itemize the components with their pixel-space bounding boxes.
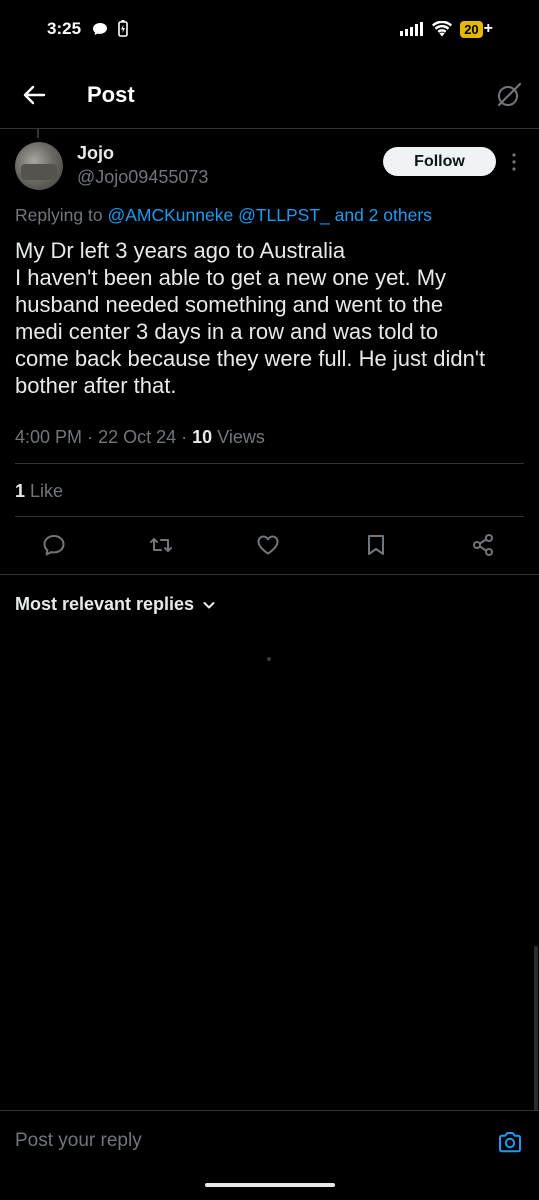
share-button[interactable] [470,532,496,558]
post-text-line: come back because they were full. He jus… [15,346,486,371]
views-count: 10 [192,427,213,447]
battery-level: 20 [460,20,483,38]
composer-divider [0,1110,539,1111]
wifi-icon [432,21,453,37]
reply-input[interactable] [15,1130,465,1152]
reply-icon [43,535,65,556]
post-text-line: I haven't been able to get a new one yet… [15,265,447,290]
reply-button[interactable] [41,532,67,558]
repost-button[interactable] [148,532,174,558]
post-time: 4:00 PM [15,427,83,447]
meta-separator: · [181,427,188,447]
meta-separator: · [87,427,94,447]
arrow-left-icon [23,85,46,105]
more-vertical-icon [512,153,516,171]
camera-icon [499,1132,521,1153]
status-icons-left [92,20,128,37]
post-text-line: medi center 3 days in a row and was told… [15,319,439,344]
status-icons-right: 20 + [400,20,493,38]
battery-indicator: 20 + [460,20,493,38]
divider [0,574,539,575]
more-options-button[interactable] [504,152,524,172]
likes-label: Like [30,481,64,501]
replies-sort-dropdown[interactable]: Most relevant replies [15,594,216,615]
share-icon [473,534,493,556]
grok-icon [497,82,522,107]
battery-charging-icon [118,20,128,37]
repost-icon [150,538,172,552]
replying-to: Replying to @AMCKunneke @TLLPST_ and 2 o… [15,205,432,226]
bookmark-button[interactable] [363,532,389,558]
status-time: 3:25 [47,19,82,38]
author-handle[interactable]: @Jojo09455073 [77,167,208,188]
chevron-down-icon [203,601,215,608]
scrollbar-thumb[interactable] [534,946,538,1111]
follow-button[interactable]: Follow [383,147,496,176]
camera-button[interactable] [497,1129,523,1155]
avatar[interactable] [15,142,63,190]
likes-link[interactable]: 1 Like [15,481,63,502]
likes-count: 1 [15,481,26,501]
others-link[interactable]: and 2 others [335,205,432,225]
thread-line [37,128,39,138]
like-button[interactable] [255,532,281,558]
replies-sort-label: Most relevant replies [15,594,195,614]
home-indicator[interactable] [205,1183,335,1187]
header-divider [0,128,539,129]
post-text: My Dr left 3 years ago to Australia I ha… [15,237,527,399]
post-text-line: bother after that. [15,373,177,398]
like-icon [257,535,279,555]
divider [15,516,524,517]
post-date: 22 Oct 24 [98,427,177,447]
signal-icon [400,22,424,36]
post-meta: 4:00 PM · 22 Oct 24 · 10 Views [15,427,265,448]
grok-button[interactable] [496,82,522,108]
divider [15,463,524,464]
chat-bubble-icon [93,22,107,35]
bookmark-icon [368,535,384,555]
post-text-line: husband needed something and went to the [15,292,444,317]
mention-link[interactable]: @TLLPST_ [238,205,330,225]
replying-prefix: Replying to [15,205,103,225]
battery-charging-plus: + [483,20,493,37]
loading-indicator [267,657,271,661]
back-button[interactable] [20,82,48,108]
mention-link[interactable]: @AMCKunneke [107,205,233,225]
author-name[interactable]: Jojo [77,143,114,164]
post-text-line: My Dr left 3 years ago to Australia [15,238,346,263]
page-title: Post [87,82,135,107]
views-label: Views [217,427,265,447]
